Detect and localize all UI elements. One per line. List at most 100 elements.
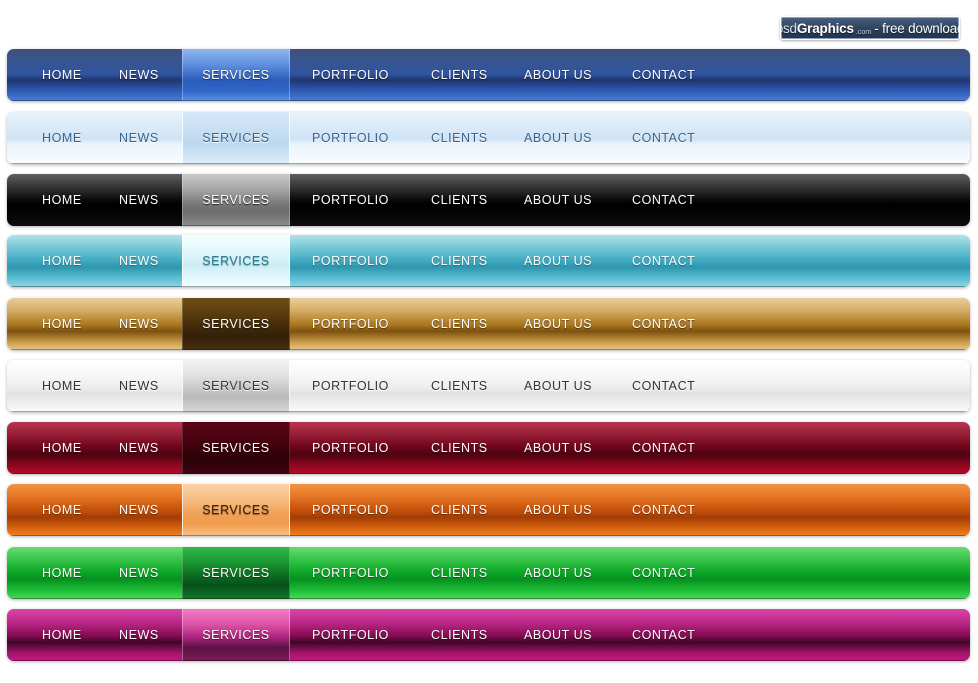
navbar-blue: HOME NEWS SERVICES PORTFOLIO CLIENTS ABOUT US…	[7, 49, 970, 101]
nav-item-services-blue[interactable]: SERVICES	[182, 49, 290, 101]
nav-item-portfolio-dark-red[interactable]: PORTFOLIO	[312, 422, 389, 474]
nav-item-label: CONTACT	[632, 68, 696, 82]
nav-item-about-us-orange[interactable]: ABOUT US	[524, 484, 592, 536]
nav-item-news-black[interactable]: NEWS	[119, 174, 159, 226]
nav-item-services-orange[interactable]: SERVICES	[182, 484, 290, 536]
nav-item-home-orange[interactable]: HOME	[42, 484, 82, 536]
navbar-inner: HOME NEWS SERVICES PORTFOLIO CLIENTS ABOUT US…	[7, 49, 970, 101]
nav-item-label: SERVICES	[202, 379, 270, 393]
nav-item-services-white[interactable]: SERVICES	[182, 360, 290, 412]
nav-item-news-dark-red[interactable]: NEWS	[119, 422, 159, 474]
nav-item-clients-orange[interactable]: CLIENTS	[431, 484, 488, 536]
nav-item-label: NEWS	[119, 131, 159, 145]
nav-item-news-white[interactable]: NEWS	[119, 360, 159, 412]
nav-item-clients-gold[interactable]: CLIENTS	[431, 298, 488, 350]
nav-item-about-us-light-blue[interactable]: ABOUT US	[524, 112, 592, 164]
navbar-gold: HOME NEWS SERVICES PORTFOLIO CLIENTS ABOUT US…	[7, 298, 970, 350]
logo-text: psdGraphics.com- free download	[781, 20, 960, 36]
nav-item-contact-cyan[interactable]: CONTACT	[632, 235, 695, 287]
navbar-inner: HOME NEWS SERVICES PORTFOLIO CLIENTS ABOUT US…	[7, 547, 970, 599]
navbar-bottom-edge	[7, 349, 970, 350]
nav-item-news-green[interactable]: NEWS	[119, 547, 159, 599]
nav-item-services-dark-red[interactable]: SERVICES	[182, 422, 290, 474]
logo-graphics-text: Graphics	[796, 20, 854, 36]
nav-item-news-gold[interactable]: NEWS	[119, 298, 159, 350]
nav-item-label: PORTFOLIO	[312, 193, 389, 207]
nav-item-contact-green[interactable]: CONTACT	[632, 547, 695, 599]
nav-item-label: CLIENTS	[431, 441, 488, 455]
nav-item-portfolio-black[interactable]: PORTFOLIO	[312, 174, 389, 226]
nav-item-portfolio-light-blue[interactable]: PORTFOLIO	[312, 112, 389, 164]
nav-item-contact-blue[interactable]: CONTACT	[632, 49, 695, 101]
psdgraphics-logo-badge[interactable]: psdGraphics.com- free download	[780, 16, 960, 40]
navbar-cyan: HOME NEWS SERVICES PORTFOLIO CLIENTS ABOUT US…	[7, 235, 970, 287]
nav-item-contact-white[interactable]: CONTACT	[632, 360, 695, 412]
nav-item-label: ABOUT US	[524, 68, 593, 82]
nav-item-home-magenta[interactable]: HOME	[42, 609, 82, 661]
nav-item-label: HOME	[42, 254, 82, 268]
nav-item-home-black[interactable]: HOME	[42, 174, 82, 226]
nav-item-news-cyan[interactable]: NEWS	[119, 235, 159, 287]
nav-item-services-cyan[interactable]: SERVICES	[182, 235, 290, 287]
nav-item-contact-light-blue[interactable]: CONTACT	[632, 112, 695, 164]
logo-free-download-text: - free download	[874, 20, 960, 36]
nav-item-news-orange[interactable]: NEWS	[119, 484, 159, 536]
nav-item-label: NEWS	[119, 68, 159, 82]
nav-item-services-black[interactable]: SERVICES	[182, 174, 290, 226]
nav-item-about-us-black[interactable]: ABOUT US	[524, 174, 592, 226]
nav-item-news-magenta[interactable]: NEWS	[119, 609, 159, 661]
nav-item-services-gold[interactable]: SERVICES	[182, 298, 290, 350]
nav-item-clients-blue[interactable]: CLIENTS	[431, 49, 488, 101]
nav-item-portfolio-blue[interactable]: PORTFOLIO	[312, 49, 389, 101]
nav-item-label: PORTFOLIO	[312, 68, 389, 82]
nav-item-about-us-cyan[interactable]: ABOUT US	[524, 235, 592, 287]
nav-item-about-us-magenta[interactable]: ABOUT US	[524, 609, 592, 661]
nav-item-label: CLIENTS	[431, 131, 488, 145]
nav-item-home-white[interactable]: HOME	[42, 360, 82, 412]
nav-item-clients-green[interactable]: CLIENTS	[431, 547, 488, 599]
nav-item-news-light-blue[interactable]: NEWS	[119, 112, 159, 164]
nav-item-about-us-green[interactable]: ABOUT US	[524, 547, 592, 599]
nav-item-contact-magenta[interactable]: CONTACT	[632, 609, 695, 661]
nav-item-home-gold[interactable]: HOME	[42, 298, 82, 350]
nav-item-about-us-dark-red[interactable]: ABOUT US	[524, 422, 592, 474]
nav-item-label: HOME	[42, 379, 82, 393]
nav-item-label: CONTACT	[632, 131, 696, 145]
nav-item-contact-orange[interactable]: CONTACT	[632, 484, 695, 536]
nav-item-label: CLIENTS	[431, 566, 488, 580]
nav-item-label: PORTFOLIO	[312, 566, 389, 580]
nav-item-about-us-blue[interactable]: ABOUT US	[524, 49, 592, 101]
nav-item-label: SERVICES	[202, 566, 270, 580]
nav-item-about-us-white[interactable]: ABOUT US	[524, 360, 592, 412]
nav-item-home-green[interactable]: HOME	[42, 547, 82, 599]
nav-item-label: SERVICES	[202, 254, 270, 268]
nav-item-contact-gold[interactable]: CONTACT	[632, 298, 695, 350]
nav-item-clients-black[interactable]: CLIENTS	[431, 174, 488, 226]
nav-item-contact-black[interactable]: CONTACT	[632, 174, 695, 226]
nav-item-home-light-blue[interactable]: HOME	[42, 112, 82, 164]
nav-item-home-blue[interactable]: HOME	[42, 49, 82, 101]
nav-item-home-cyan[interactable]: HOME	[42, 235, 82, 287]
nav-item-services-light-blue[interactable]: SERVICES	[182, 112, 290, 164]
nav-item-clients-light-blue[interactable]: CLIENTS	[431, 112, 488, 164]
nav-item-label: SERVICES	[202, 441, 270, 455]
nav-item-clients-white[interactable]: CLIENTS	[431, 360, 488, 412]
nav-item-portfolio-gold[interactable]: PORTFOLIO	[312, 298, 389, 350]
nav-item-about-us-gold[interactable]: ABOUT US	[524, 298, 592, 350]
nav-item-clients-dark-red[interactable]: CLIENTS	[431, 422, 488, 474]
navbar-inner: HOME NEWS SERVICES PORTFOLIO CLIENTS ABOUT US…	[7, 422, 970, 474]
nav-item-portfolio-cyan[interactable]: PORTFOLIO	[312, 235, 389, 287]
nav-item-portfolio-orange[interactable]: PORTFOLIO	[312, 484, 389, 536]
nav-item-contact-dark-red[interactable]: CONTACT	[632, 422, 695, 474]
nav-item-label: HOME	[42, 441, 82, 455]
nav-item-clients-magenta[interactable]: CLIENTS	[431, 609, 488, 661]
nav-item-services-magenta[interactable]: SERVICES	[182, 609, 290, 661]
nav-item-label: SERVICES	[202, 131, 270, 145]
nav-item-portfolio-green[interactable]: PORTFOLIO	[312, 547, 389, 599]
nav-item-portfolio-white[interactable]: PORTFOLIO	[312, 360, 389, 412]
nav-item-home-dark-red[interactable]: HOME	[42, 422, 82, 474]
nav-item-clients-cyan[interactable]: CLIENTS	[431, 235, 488, 287]
nav-item-portfolio-magenta[interactable]: PORTFOLIO	[312, 609, 389, 661]
nav-item-news-blue[interactable]: NEWS	[119, 49, 159, 101]
nav-item-services-green[interactable]: SERVICES	[182, 547, 290, 599]
